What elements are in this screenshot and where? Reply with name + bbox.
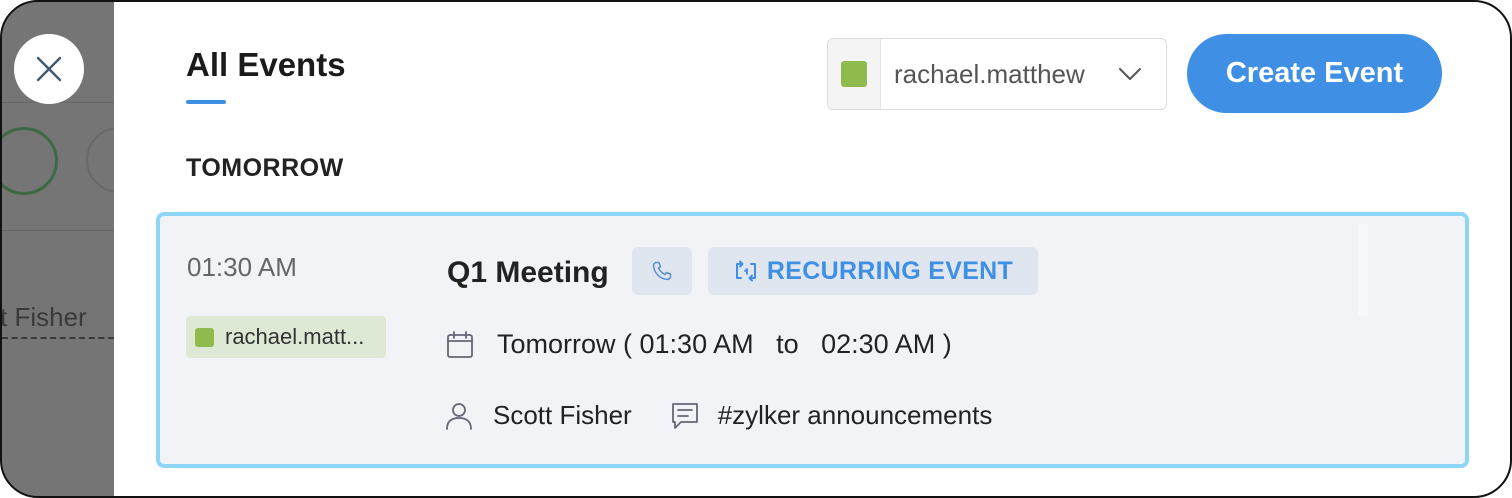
call-badge xyxy=(632,247,692,295)
event-title[interactable]: Q1 Meeting xyxy=(447,256,609,290)
divider xyxy=(2,230,114,231)
event-owner-chip: rachael.matt... xyxy=(186,316,386,358)
recurring-badge: RECURRING EVENT xyxy=(708,247,1038,295)
owner-color-dot xyxy=(195,327,214,347)
organizer-name: Scott Fisher xyxy=(493,400,632,430)
background-icon-button xyxy=(2,127,58,195)
background-text: t Fisher xyxy=(0,302,87,332)
event-date-row: Tomorrow ( 01:30 AM to 02:30 AM ) xyxy=(445,329,952,360)
page-title: All Events xyxy=(186,46,346,83)
chevron-down-icon xyxy=(1119,68,1141,80)
user-select[interactable]: rachael.matthew xyxy=(827,38,1167,110)
user-color-swatch xyxy=(841,61,867,87)
event-card[interactable]: 01:30 AM rachael.matt... Q1 Meeting RECU… xyxy=(156,212,1469,468)
app-frame: t Fisher All Events rachael.matthew Crea… xyxy=(0,0,1512,498)
recurring-icon xyxy=(735,260,756,282)
user-select-value: rachael.matthew xyxy=(894,58,1085,89)
events-panel: All Events rachael.matthew Create Event … xyxy=(114,2,1510,496)
card-strip xyxy=(1358,224,1368,316)
calendar-icon xyxy=(447,330,473,358)
event-meta-row: Scott Fisher #zylker announcements xyxy=(445,400,992,431)
user-icon xyxy=(446,402,472,430)
user-color-box xyxy=(828,39,881,109)
title-underline xyxy=(186,100,226,104)
close-button[interactable] xyxy=(14,34,84,104)
chat-icon xyxy=(671,402,698,429)
channel-name[interactable]: #zylker announcements xyxy=(718,400,993,431)
section-label: TOMORROW xyxy=(186,154,344,182)
recurring-label: RECURRING EVENT xyxy=(766,256,1014,285)
create-event-button[interactable]: Create Event xyxy=(1187,34,1442,113)
event-date-text: Tomorrow ( 01:30 AM to 02:30 AM ) xyxy=(497,329,952,359)
event-time: 01:30 AM xyxy=(187,252,297,282)
owner-name: rachael.matt... xyxy=(225,324,365,349)
close-icon xyxy=(36,56,62,82)
phone-icon xyxy=(652,261,672,281)
divider xyxy=(2,337,114,339)
